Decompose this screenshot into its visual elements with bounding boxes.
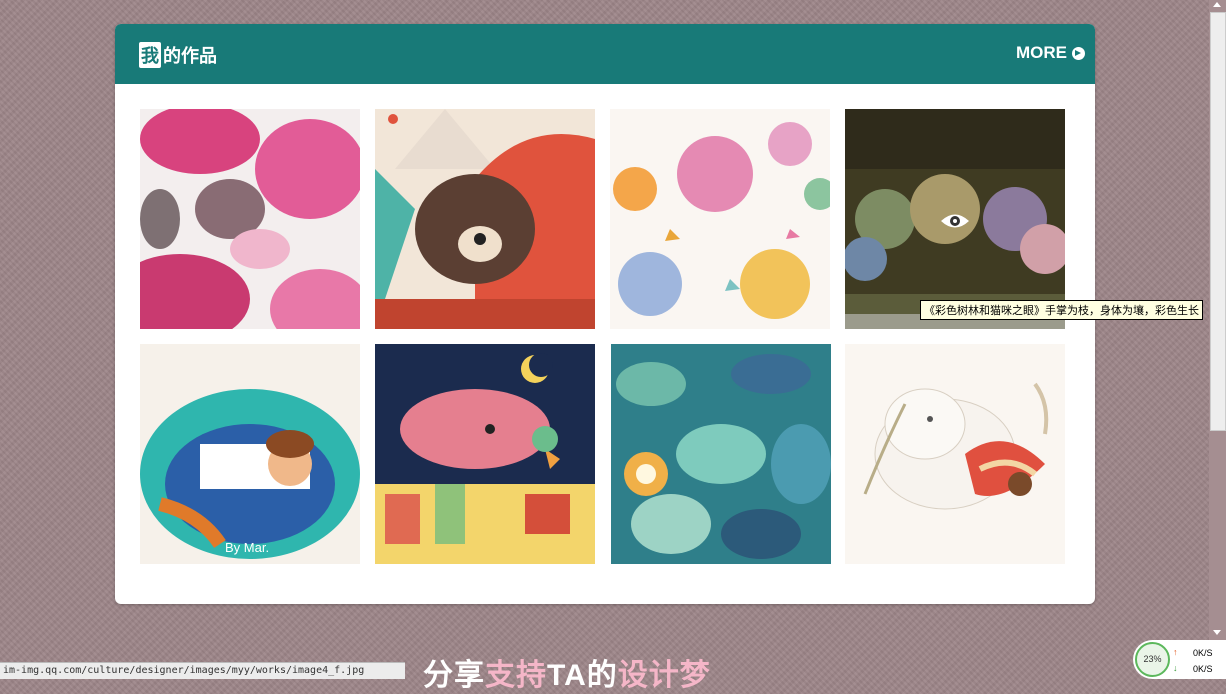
arrow-up-icon: ↑ — [1173, 647, 1178, 657]
scroll-down-icon[interactable] — [1213, 630, 1221, 635]
cpu-percent: 23% — [1135, 642, 1170, 677]
image-tooltip: 《彩色树林和猫咪之眼》手掌为枝，身体为壤，彩色生长 — [920, 300, 1203, 320]
share-text-a: 分享 — [423, 659, 485, 692]
title-boxed-char: 我 — [139, 42, 161, 68]
work-thumb-2[interactable] — [375, 109, 595, 329]
work-thumb-5[interactable]: By Mar. — [140, 344, 360, 564]
share-text-d: 设计梦 — [617, 659, 711, 692]
upload-speed: 0K/S — [1193, 648, 1213, 658]
title-text: 的作品 — [163, 46, 217, 66]
work-thumb-7[interactable] — [611, 344, 831, 564]
scroll-thumb[interactable] — [1210, 12, 1226, 431]
work-thumb-4[interactable] — [845, 109, 1065, 329]
eye-icon — [941, 214, 969, 228]
work-thumb-6[interactable] — [375, 344, 595, 564]
arrow-right-icon[interactable] — [1072, 46, 1085, 60]
more-link[interactable]: MORE — [1016, 43, 1085, 63]
network-monitor[interactable]: 23% ↑ 0K/S ↓ 0K/S — [1133, 640, 1226, 679]
arrow-down-icon: ↓ — [1173, 663, 1178, 673]
work-signature: By Mar. — [225, 540, 269, 555]
scroll-up-icon[interactable] — [1213, 2, 1221, 7]
vertical-scrollbar[interactable] — [1209, 0, 1226, 640]
download-speed: 0K/S — [1193, 664, 1213, 674]
work-thumb-1[interactable] — [140, 109, 360, 329]
share-heading: 分享支持TA的设计梦 — [423, 650, 711, 694]
more-label[interactable]: MORE — [1016, 43, 1067, 63]
work-thumb-8[interactable] — [845, 344, 1065, 564]
share-text-c: TA的 — [547, 659, 618, 692]
card-header: 我 的作品 MORE — [115, 24, 1095, 84]
browser-status-bar: im-img.qq.com/culture/designer/images/my… — [0, 662, 405, 679]
share-text-b: 支持 — [485, 659, 547, 692]
section-title: 我 的作品 — [139, 42, 217, 68]
work-thumb-3[interactable] — [610, 109, 830, 329]
